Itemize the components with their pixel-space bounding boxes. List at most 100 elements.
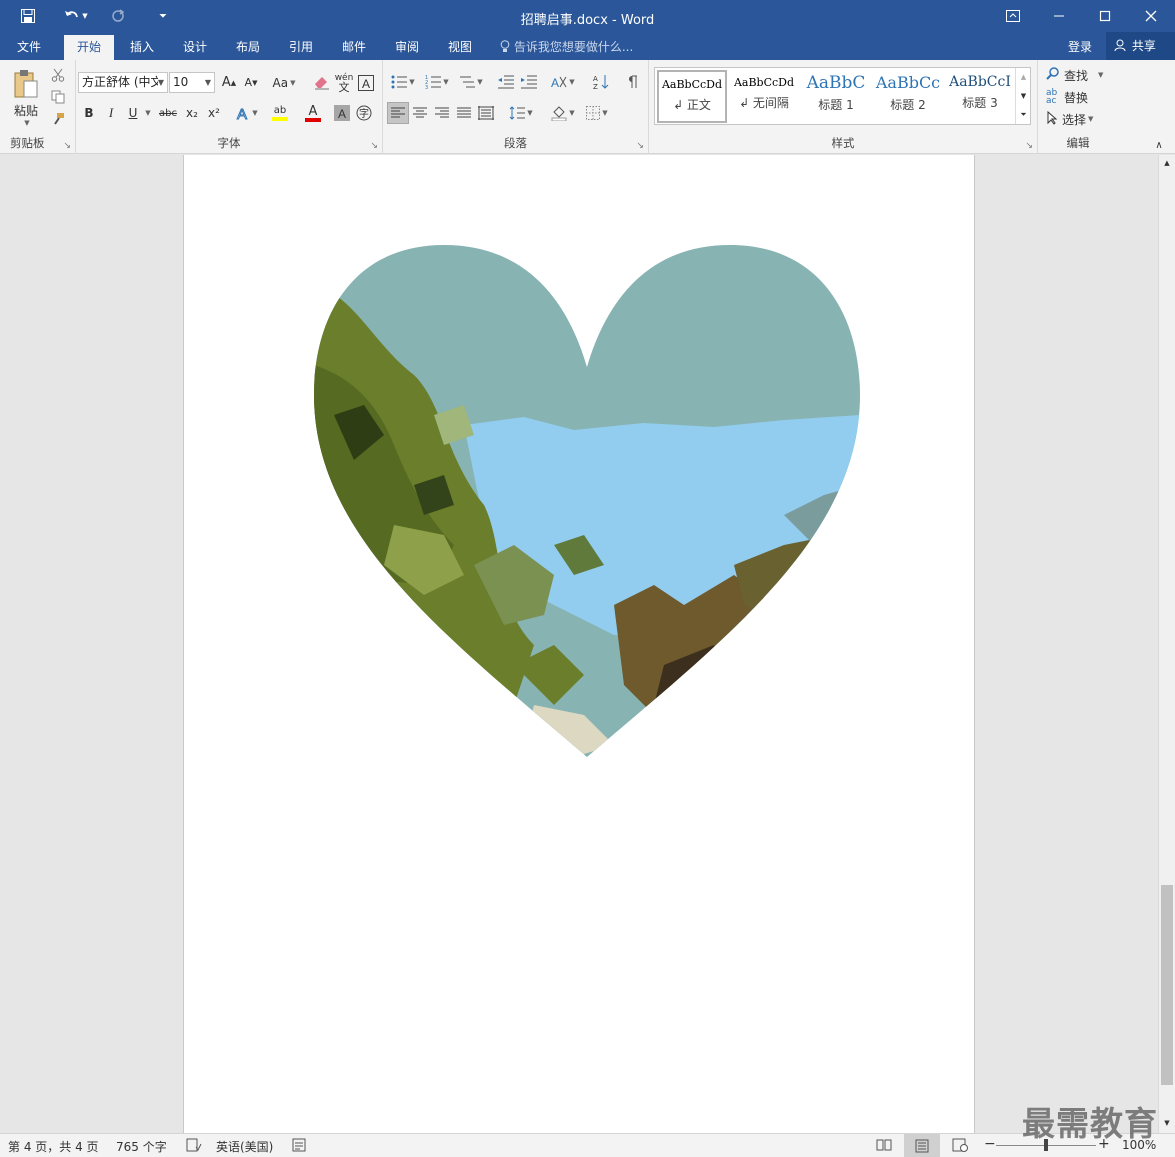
tab-review[interactable]: 审阅 — [383, 35, 431, 60]
vertical-scrollbar[interactable]: ▲ ▼ — [1158, 155, 1175, 1133]
bullets-icon[interactable]: ▼ — [387, 71, 419, 93]
underline-button[interactable]: U — [123, 102, 143, 124]
search-icon — [1046, 66, 1060, 84]
justify-icon[interactable] — [453, 102, 475, 124]
styles-launcher-icon[interactable]: ↘ — [1025, 141, 1033, 151]
tab-insert[interactable]: 插入 — [118, 35, 166, 60]
subscript-button[interactable]: x₂ — [182, 102, 202, 124]
replace-button[interactable]: ab ac 替换 — [1046, 87, 1116, 107]
tell-me-box[interactable]: 告诉我您想要做什么... — [500, 35, 633, 60]
phonetic-guide-icon[interactable]: wén 文 — [334, 72, 354, 93]
style-name: 标题 3 — [962, 96, 998, 110]
tab-layout[interactable]: 布局 — [224, 35, 272, 60]
tab-file[interactable]: 文件 — [6, 35, 52, 60]
line-spacing-icon[interactable]: ▼ — [505, 102, 537, 124]
document-page[interactable] — [183, 155, 975, 1133]
font-name-box[interactable]: 方正舒体 (中文 ▼ — [78, 72, 168, 93]
language[interactable]: 英语(美国) — [216, 1138, 273, 1155]
find-button[interactable]: 查找 ▼ — [1046, 65, 1116, 85]
font-size-box[interactable]: 10 ▼ — [169, 72, 215, 93]
copy-icon[interactable] — [48, 87, 68, 107]
maximize-icon[interactable] — [1082, 0, 1128, 32]
style-no-spacing[interactable]: AaBbCcDd ↲ 无间隔 — [729, 70, 799, 123]
style-heading-2[interactable]: AaBbCc 标题 2 — [873, 70, 943, 123]
style-sample: AaBbCc — [875, 73, 941, 92]
superscript-button[interactable]: x² — [204, 102, 224, 124]
replace-label: 替换 — [1064, 90, 1089, 105]
tab-design[interactable]: 设计 — [171, 35, 219, 60]
underline-dropdown-icon[interactable]: ▼ — [143, 102, 153, 124]
tab-home[interactable]: 开始 — [64, 35, 114, 60]
enclose-characters-icon[interactable]: 字 — [354, 102, 374, 124]
cut-icon[interactable] — [48, 65, 68, 85]
style-sample: AaBbCcDd — [661, 78, 723, 91]
strikethrough-button[interactable]: abc — [156, 102, 180, 124]
proofing-icon[interactable] — [186, 1138, 202, 1155]
ribbon-display-options-icon[interactable] — [990, 0, 1036, 32]
gallery-up-icon[interactable]: ▲ — [1017, 68, 1030, 86]
text-effects-icon[interactable]: A ▼ — [231, 102, 261, 124]
character-border-icon[interactable]: A — [356, 72, 376, 93]
distributed-icon[interactable] — [475, 102, 497, 124]
paste-button[interactable]: 粘贴 ▼ — [6, 66, 46, 130]
style-sample: AaBbCcDd — [733, 76, 795, 89]
style-sample: AaBbCcI — [949, 74, 1011, 90]
shrink-font-icon[interactable]: A ▼ — [241, 72, 261, 93]
scroll-thumb[interactable] — [1161, 885, 1173, 1085]
close-icon[interactable] — [1128, 0, 1174, 32]
svg-text:A: A — [593, 75, 598, 83]
increase-indent-icon[interactable] — [518, 71, 540, 93]
sort-icon[interactable]: AZ — [590, 71, 612, 93]
scroll-up-icon[interactable]: ▲ — [1160, 157, 1174, 169]
show-marks-icon[interactable] — [623, 71, 643, 93]
chinese-layout-icon[interactable]: A ▼ — [547, 71, 579, 93]
read-mode-icon[interactable] — [876, 1138, 892, 1155]
style-heading-3[interactable]: AaBbCcI 标题 3 — [945, 70, 1015, 123]
share-button[interactable]: 共享 — [1106, 32, 1175, 60]
font-launcher-icon[interactable]: ↘ — [370, 141, 378, 151]
replace-icon: ab ac — [1046, 88, 1058, 106]
align-center-icon[interactable] — [409, 102, 431, 124]
gallery-more-icon[interactable]: ⏷ — [1017, 106, 1030, 124]
zoom-slider[interactable] — [996, 1139, 1096, 1151]
font-color-icon[interactable]: A — [298, 102, 328, 124]
style-heading-1[interactable]: AaBbC 标题 1 — [801, 70, 871, 123]
align-right-icon[interactable] — [431, 102, 453, 124]
print-layout-icon[interactable] — [904, 1134, 940, 1157]
gallery-down-icon[interactable]: ▼ — [1017, 87, 1030, 105]
italic-button[interactable]: I — [101, 102, 121, 124]
paragraph-launcher-icon[interactable]: ↘ — [636, 141, 644, 151]
tab-view[interactable]: 视图 — [436, 35, 484, 60]
web-layout-icon[interactable] — [952, 1138, 968, 1155]
title-bar: ▼ ⏷ 招聘启事.docx - Word — [0, 0, 1175, 32]
grow-font-icon[interactable]: A ▲ — [219, 72, 239, 93]
decrease-indent-icon[interactable] — [495, 71, 517, 93]
word-count[interactable]: 765 个字 — [116, 1138, 167, 1155]
zoom-out-button[interactable]: − — [984, 1136, 996, 1152]
format-painter-icon[interactable] — [48, 109, 68, 129]
select-button[interactable]: 选择 ▼ — [1046, 109, 1116, 129]
scroll-down-icon[interactable]: ▼ — [1160, 1117, 1174, 1129]
macro-recording-icon[interactable] — [292, 1138, 306, 1155]
tab-references[interactable]: 引用 — [277, 35, 325, 60]
font-size-value: 10 — [173, 75, 189, 89]
align-left-icon[interactable] — [387, 102, 409, 124]
style-normal[interactable]: AaBbCcDd ↲ 正文 — [657, 70, 727, 123]
clear-formatting-icon[interactable] — [312, 72, 332, 93]
multilevel-list-icon[interactable]: ▼ — [455, 71, 487, 93]
tab-mailings[interactable]: 邮件 — [330, 35, 378, 60]
clipboard-launcher-icon[interactable]: ↘ — [63, 141, 71, 151]
bold-button[interactable]: B — [79, 102, 99, 124]
change-case-button[interactable]: Aa ▼ — [268, 72, 300, 93]
character-shading-icon[interactable]: A — [332, 102, 352, 124]
page-count[interactable]: 第 4 页，共 4 页 — [8, 1138, 99, 1155]
login-link[interactable]: 登录 — [1068, 35, 1092, 60]
collapse-ribbon-icon[interactable]: ∧ — [1150, 138, 1168, 152]
minimize-icon[interactable] — [1036, 0, 1082, 32]
numbering-icon[interactable]: 1 2 3 ▼ — [421, 71, 453, 93]
borders-icon[interactable]: ▼ — [581, 102, 613, 124]
heart-shaped-landscape-picture[interactable] — [314, 245, 860, 757]
shading-icon[interactable]: ▼ — [547, 102, 579, 124]
font-color-swatch — [305, 117, 321, 122]
highlight-color-icon[interactable]: ab — [264, 102, 296, 124]
